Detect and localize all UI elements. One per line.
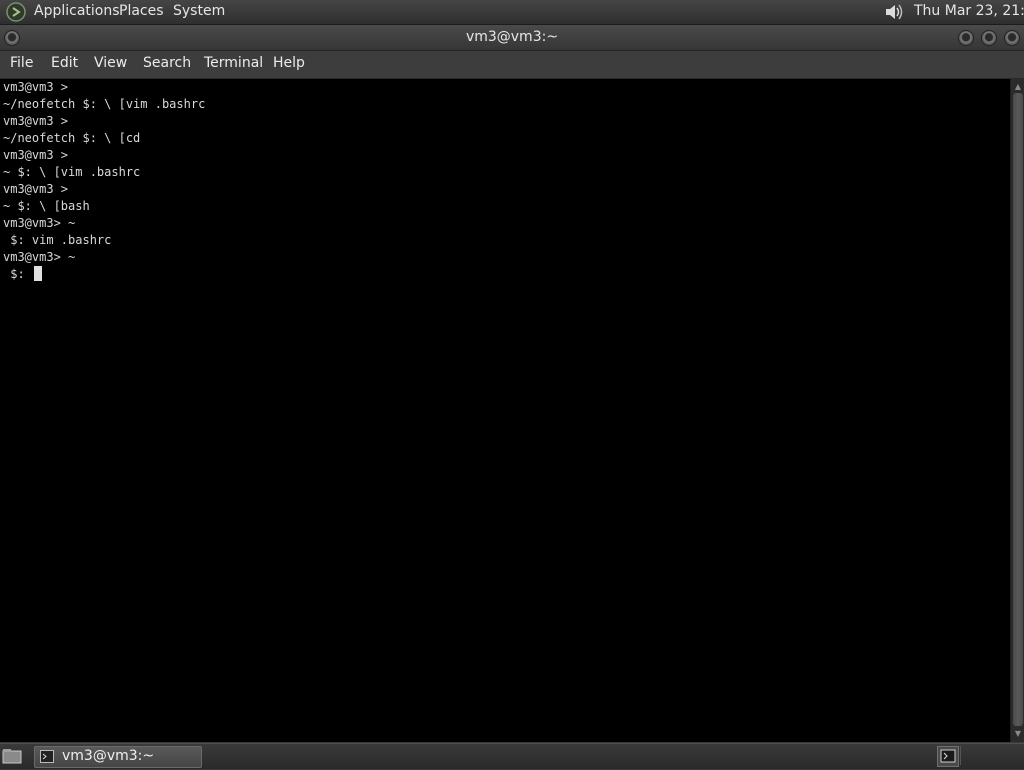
menubar: File Edit View Search Terminal Help [0,51,1024,79]
window-title: vm3@vm3:~ [465,29,559,45]
menu-view[interactable]: View [94,55,127,72]
menu-applications[interactable]: Applications [34,3,120,20]
menu-system[interactable]: System [173,3,225,20]
top-panel: Applications Places System Thu Mar 23, 2… [0,0,1024,25]
show-desktop-icon[interactable] [2,747,22,765]
menu-file[interactable]: File [10,55,33,72]
terminal-scrollbar[interactable]: ▲ ▼ [1010,79,1024,742]
menu-search[interactable]: Search [143,55,191,72]
maximize-button[interactable] [981,30,997,46]
terminal-line: ~ $: \ [vim .bashrc [3,165,141,179]
workspace-switcher-2[interactable] [960,746,1023,765]
terminal-line: vm3@vm3 > [3,182,69,196]
taskbar-window-label: vm3@vm3:~ [62,748,155,764]
distro-logo-icon[interactable] [6,2,26,22]
terminal-line: ~ $: \ [bash [3,199,90,213]
workspace-switcher-1[interactable] [937,746,959,767]
taskbar-window-button[interactable]: vm3@vm3:~ [34,746,202,768]
terminal-line: vm3@vm3 > [3,80,69,94]
menu-terminal[interactable]: Terminal [204,55,263,72]
terminal-line: ~/neofetch $: \ [cd [3,131,141,145]
menu-places[interactable]: Places [119,3,164,20]
minimize-button[interactable] [958,30,974,46]
menu-help[interactable]: Help [273,55,305,72]
scroll-up-arrow-icon[interactable]: ▲ [1011,81,1024,93]
terminal-line: vm3@vm3> ~ [3,216,76,230]
scrollbar-thumb[interactable] [1013,93,1023,726]
terminal-lines: vm3@vm3 > ~/neofetch $: \ [vim .bashrc v… [3,79,205,283]
bottom-panel: vm3@vm3:~ [0,743,1024,769]
terminal-line: ~/neofetch $: \ [vim .bashrc [3,97,206,111]
terminal-icon [40,750,54,763]
terminal-line: vm3@vm3 > [3,114,69,128]
clock[interactable]: Thu Mar 23, 21:50 [914,3,1024,20]
terminal-line: vm3@vm3> ~ [3,250,76,264]
terminal-line: vm3@vm3 > [3,148,69,162]
volume-icon[interactable] [883,2,905,22]
text-cursor [33,266,42,281]
terminal-prompt-line[interactable]: $: [3,266,205,283]
menu-edit[interactable]: Edit [51,55,78,72]
terminal-icon [940,749,956,763]
window-titlebar[interactable]: vm3@vm3:~ [0,25,1024,51]
close-button[interactable] [1004,30,1020,46]
terminal-output[interactable]: vm3@vm3 > ~/neofetch $: \ [vim .bashrc v… [0,79,1010,742]
terminal-prompt: $: [3,267,32,281]
terminal-line: $: vim .bashrc [3,233,112,247]
scroll-down-arrow-icon[interactable]: ▼ [1011,728,1024,740]
